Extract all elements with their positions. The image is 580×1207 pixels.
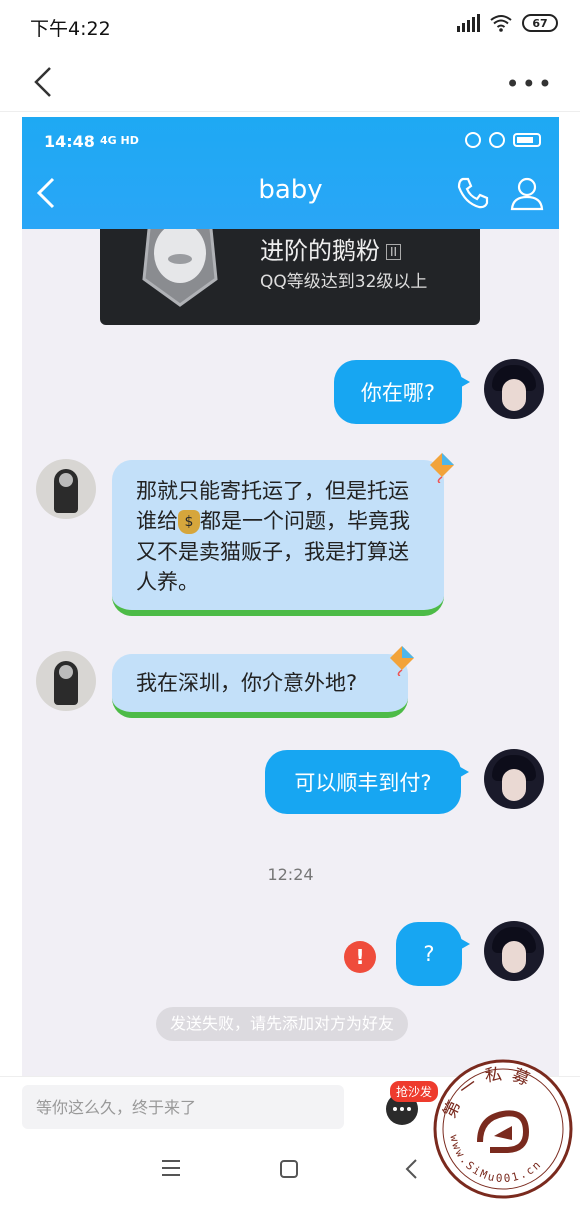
inner-battery-icon xyxy=(513,133,541,147)
contact-avatar[interactable] xyxy=(36,459,96,519)
inner-network-label: 4G HD xyxy=(100,134,139,147)
chat-header: 14:48 4G HD baby xyxy=(22,117,559,229)
contact-avatar[interactable] xyxy=(36,651,96,711)
menu-icon[interactable] xyxy=(162,1160,180,1176)
kite-icon xyxy=(390,646,414,676)
kite-icon xyxy=(430,453,454,483)
lock-rotation-icon xyxy=(465,132,481,148)
message-bubble-incoming[interactable]: 那就只能寄托运了，但是托运谁给 $ 都是一个问题，毕竟我又不是卖猫贩子，我是打算送人… xyxy=(112,460,444,616)
money-bag-icon: $ xyxy=(178,510,200,535)
signal-icon xyxy=(457,14,480,32)
level-description: QQ等级达到32级以上 xyxy=(260,272,428,292)
status-bar: 下午4:22 67 xyxy=(0,0,580,52)
home-icon[interactable] xyxy=(280,1160,298,1178)
message-bubble-outgoing[interactable]: ? xyxy=(396,922,470,986)
my-avatar[interactable] xyxy=(484,921,544,981)
inner-status-icons xyxy=(465,132,541,148)
comment-input[interactable] xyxy=(22,1085,344,1129)
message-text: 你在哪? xyxy=(360,381,436,405)
more-icon[interactable]: ••• xyxy=(506,70,554,98)
back-icon[interactable] xyxy=(28,62,58,102)
message-bubble-incoming[interactable]: 我在深圳，你介意外地? xyxy=(112,654,408,718)
nav-back-icon[interactable] xyxy=(404,1158,418,1180)
chat-screenshot: 14:48 4G HD baby 进阶的鹅粉 II QQ等级达到32级以上 你在哪… xyxy=(22,117,559,1077)
message-timestamp: 12:24 xyxy=(267,865,314,884)
send-failed-icon[interactable]: ! xyxy=(344,941,376,973)
message-bubble-outgoing[interactable]: 可以顺丰到付? xyxy=(265,750,469,814)
my-avatar[interactable] xyxy=(484,749,544,809)
profile-icon[interactable] xyxy=(509,175,545,211)
phone-icon[interactable] xyxy=(455,175,491,211)
wifi-icon xyxy=(490,15,512,32)
inner-status-time: 14:48 xyxy=(44,132,95,151)
message-text: 可以顺丰到付? xyxy=(294,771,432,795)
top-nav: ••• xyxy=(0,52,580,112)
status-icons: 67 xyxy=(457,14,558,32)
system-message: 发送失败，请先添加对方为好友 xyxy=(156,1007,409,1041)
sofa-badge: 抢沙发 xyxy=(390,1081,439,1102)
message-text: 我在深圳，你介意外地? xyxy=(136,671,358,695)
battery-icon: 67 xyxy=(522,14,558,32)
penguin-badge-icon xyxy=(142,229,218,307)
qq-level-card: 进阶的鹅粉 II QQ等级达到32级以上 xyxy=(100,229,480,325)
message-text: ? xyxy=(423,942,435,966)
my-avatar[interactable] xyxy=(484,359,544,419)
status-time: 下午4:22 xyxy=(30,18,111,40)
message-bubble-outgoing[interactable]: 你在哪? xyxy=(334,360,470,424)
level-title: 进阶的鹅粉 II xyxy=(260,231,402,266)
alarm-icon xyxy=(489,132,505,148)
watermark-stamp-logo: 第一私募 www.SiMu001.cn xyxy=(433,1059,573,1199)
